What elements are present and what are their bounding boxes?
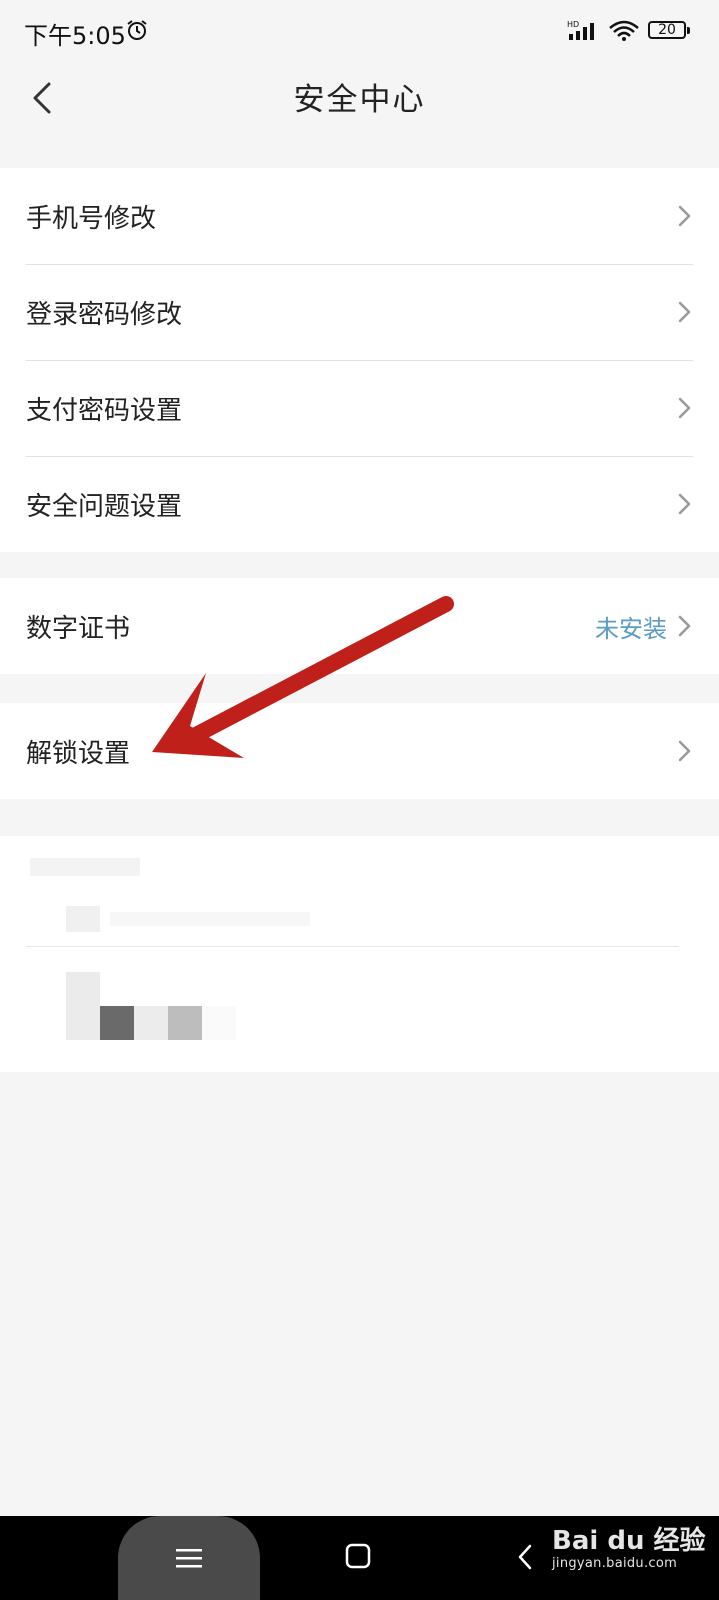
home-button[interactable]: [345, 1543, 371, 1573]
chevron-right-icon: [678, 615, 691, 637]
signal-icon: HD: [567, 19, 601, 45]
blurred-block: [134, 1006, 168, 1040]
system-nav-bar: Bai du 经验 jingyan.baidu.com: [0, 1516, 719, 1600]
certificate-group: 数字证书 未安装: [0, 578, 719, 674]
status-time: 下午5:05: [24, 22, 126, 50]
back-icon: [518, 1544, 532, 1570]
obscured-section: [0, 836, 719, 1072]
menu-button[interactable]: [118, 1516, 260, 1600]
blurred-block: [100, 1006, 134, 1040]
nav-header: 安全中心: [0, 64, 719, 168]
list-item-label: 手机号修改: [26, 203, 157, 234]
list-item-unlock-settings[interactable]: 解锁设置: [0, 703, 719, 799]
divider: [26, 946, 679, 947]
list-item-security-question[interactable]: 安全问题设置: [0, 456, 719, 552]
list-item-label: 安全问题设置: [26, 491, 183, 522]
blurred-text: [30, 858, 140, 876]
list-item-label: 数字证书: [26, 613, 131, 644]
home-icon: [345, 1543, 371, 1569]
alarm-icon: [127, 20, 147, 40]
battery-level: 20: [658, 22, 676, 38]
chevron-right-icon: [678, 301, 691, 323]
chevron-right-icon: [678, 740, 691, 762]
system-back-button[interactable]: [517, 1544, 533, 1574]
account-security-group: 手机号修改 登录密码修改 支付密码设置 安全问题设置: [0, 168, 719, 552]
list-item-label: 登录密码修改: [26, 299, 183, 330]
blurred-avatar: [66, 972, 100, 1040]
blurred-block: [202, 1006, 236, 1040]
list-item-login-password[interactable]: 登录密码修改: [0, 264, 719, 360]
baidu-jingyan-watermark: Bai du 经验 jingyan.baidu.com: [552, 1526, 706, 1572]
list-item-label: 支付密码设置: [26, 395, 183, 426]
list-item-phone-change[interactable]: 手机号修改: [0, 168, 719, 264]
battery-icon: 20: [648, 21, 690, 39]
chevron-right-icon: [678, 205, 691, 227]
blurred-icon: [66, 906, 100, 932]
wifi-icon: [609, 20, 639, 41]
chevron-right-icon: [678, 493, 691, 515]
list-item-digital-certificate[interactable]: 数字证书 未安装: [0, 578, 719, 674]
page-title: 安全中心: [293, 82, 426, 118]
chevron-right-icon: [678, 397, 691, 419]
list-item-label: 解锁设置: [26, 738, 131, 769]
watermark-title: Bai du 经验: [552, 1526, 706, 1556]
status-bar: 下午5:05 HD 20: [0, 0, 719, 64]
list-item-payment-password[interactable]: 支付密码设置: [0, 360, 719, 456]
blurred-block: [168, 1006, 202, 1040]
certificate-status: 未安装: [595, 614, 667, 643]
watermark-url: jingyan.baidu.com: [552, 1556, 678, 1571]
blurred-text: [110, 912, 310, 926]
menu-icon: [176, 1549, 202, 1568]
signal-hd-label: HD: [567, 20, 579, 29]
unlock-group: 解锁设置: [0, 703, 719, 799]
